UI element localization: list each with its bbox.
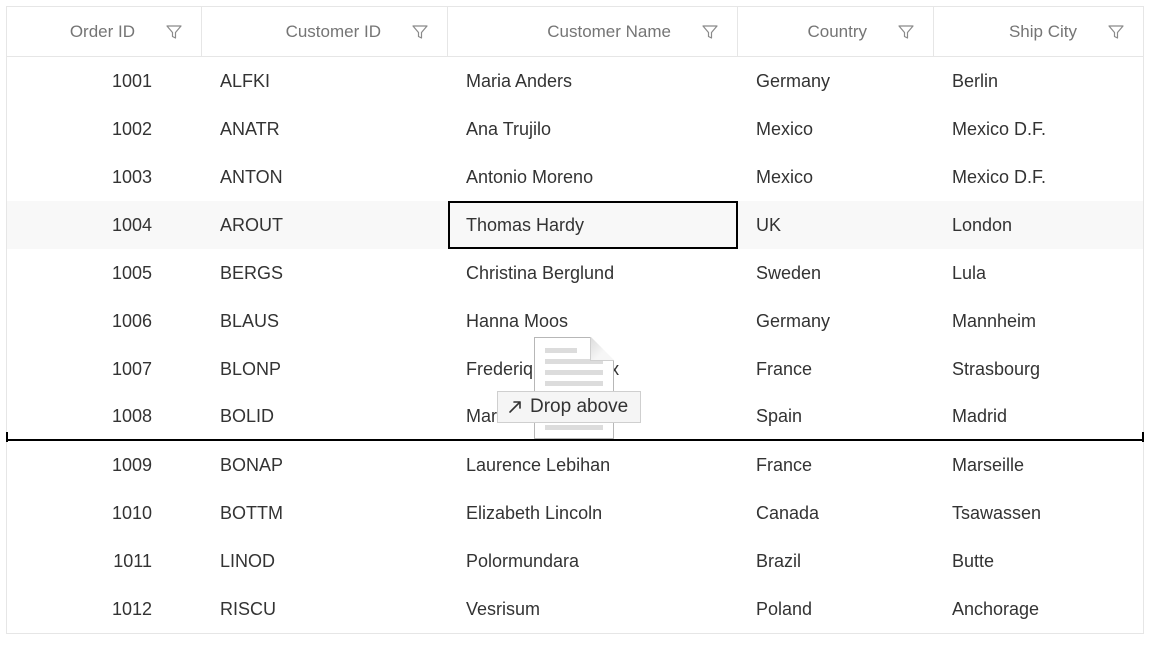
table-row[interactable]: 1008BOLIDMartin SommerSpainMadrid <box>7 393 1143 441</box>
cell-ship-city[interactable]: Butte <box>934 537 1143 585</box>
cell-customer-id[interactable]: BOLID <box>202 393 448 439</box>
data-grid-wrapper: Order ID Customer ID Customer Name Count… <box>0 0 1150 649</box>
table-row[interactable]: 1009BONAPLaurence LebihanFranceMarseille <box>7 441 1143 489</box>
cell-ship-city[interactable]: Madrid <box>934 393 1143 439</box>
cell-ship-city[interactable]: Mexico D.F. <box>934 153 1143 201</box>
filter-icon[interactable] <box>897 24 915 40</box>
cell-customer-id[interactable]: ALFKI <box>202 57 448 105</box>
drop-indicator-end <box>1142 432 1144 442</box>
cell-customer-name[interactable]: Vesrisum <box>448 585 738 633</box>
cell-customer-id[interactable]: LINOD <box>202 537 448 585</box>
grid-body: 1001ALFKIMaria AndersGermanyBerlin1002AN… <box>7 57 1143 633</box>
column-header-label: Ship City <box>948 22 1107 42</box>
cell-customer-name[interactable]: Thomas Hardy <box>448 201 738 249</box>
cell-country[interactable]: Mexico <box>738 105 934 153</box>
column-header-country[interactable]: Country <box>738 7 934 56</box>
column-header-row: Order ID Customer ID Customer Name Count… <box>7 7 1143 57</box>
cell-country[interactable]: Germany <box>738 57 934 105</box>
cell-order-id[interactable]: 1001 <box>7 57 202 105</box>
table-row[interactable]: 1003ANTONAntonio MorenoMexicoMexico D.F. <box>7 153 1143 201</box>
column-header-ship-city[interactable]: Ship City <box>934 7 1143 56</box>
cell-country[interactable]: Poland <box>738 585 934 633</box>
cell-order-id[interactable]: 1004 <box>7 201 202 249</box>
cell-order-id[interactable]: 1009 <box>7 441 202 489</box>
cell-order-id[interactable]: 1006 <box>7 297 202 345</box>
cell-customer-id[interactable]: AROUT <box>202 201 448 249</box>
table-row[interactable]: 1001ALFKIMaria AndersGermanyBerlin <box>7 57 1143 105</box>
cell-ship-city[interactable]: Berlin <box>934 57 1143 105</box>
cell-order-id[interactable]: 1005 <box>7 249 202 297</box>
filter-icon[interactable] <box>411 24 429 40</box>
cell-customer-id[interactable]: BERGS <box>202 249 448 297</box>
cell-order-id[interactable]: 1012 <box>7 585 202 633</box>
filter-icon[interactable] <box>701 24 719 40</box>
cell-customer-id[interactable]: ANTON <box>202 153 448 201</box>
column-header-label: Customer ID <box>216 22 411 42</box>
cell-ship-city[interactable]: Lula <box>934 249 1143 297</box>
cell-ship-city[interactable]: London <box>934 201 1143 249</box>
column-header-label: Country <box>752 22 897 42</box>
cell-customer-name[interactable]: Christina Berglund <box>448 249 738 297</box>
cell-order-id[interactable]: 1010 <box>7 489 202 537</box>
filter-icon[interactable] <box>165 24 183 40</box>
column-header-customer-name[interactable]: Customer Name <box>448 7 738 56</box>
cell-country[interactable]: Sweden <box>738 249 934 297</box>
cell-country[interactable]: Germany <box>738 297 934 345</box>
table-row[interactable]: 1012RISCUVesrisumPolandAnchorage <box>7 585 1143 633</box>
column-header-label: Order ID <box>21 22 165 42</box>
cell-country[interactable]: Spain <box>738 393 934 439</box>
filter-icon[interactable] <box>1107 24 1125 40</box>
table-row[interactable]: 1006BLAUSHanna MoosGermanyMannheim <box>7 297 1143 345</box>
column-header-customer-id[interactable]: Customer ID <box>202 7 448 56</box>
cell-customer-id[interactable]: BLAUS <box>202 297 448 345</box>
cell-customer-name[interactable]: Antonio Moreno <box>448 153 738 201</box>
cell-country[interactable]: UK <box>738 201 934 249</box>
table-row[interactable]: 1010BOTTMElizabeth LincolnCanadaTsawasse… <box>7 489 1143 537</box>
cell-country[interactable]: Mexico <box>738 153 934 201</box>
cell-customer-name[interactable]: Laurence Lebihan <box>448 441 738 489</box>
table-row[interactable]: 1005BERGSChristina BerglundSwedenLula <box>7 249 1143 297</box>
cell-ship-city[interactable]: Mexico D.F. <box>934 105 1143 153</box>
table-row[interactable]: 1007BLONPFrederique CiteauxFranceStrasbo… <box>7 345 1143 393</box>
cell-customer-name[interactable]: Martin Sommer <box>448 393 738 439</box>
cell-customer-name[interactable]: Frederique Citeaux <box>448 345 738 393</box>
cell-customer-name[interactable]: Hanna Moos <box>448 297 738 345</box>
data-grid: Order ID Customer ID Customer Name Count… <box>6 6 1144 634</box>
cell-country[interactable]: Brazil <box>738 537 934 585</box>
cell-customer-name[interactable]: Elizabeth Lincoln <box>448 489 738 537</box>
cell-customer-id[interactable]: RISCU <box>202 585 448 633</box>
cell-country[interactable]: France <box>738 345 934 393</box>
table-row[interactable]: 1004AROUTThomas HardyUKLondon <box>7 201 1143 249</box>
column-header-order-id[interactable]: Order ID <box>7 7 202 56</box>
cell-customer-id[interactable]: BOTTM <box>202 489 448 537</box>
cell-ship-city[interactable]: Anchorage <box>934 585 1143 633</box>
cell-order-id[interactable]: 1003 <box>7 153 202 201</box>
cell-customer-name[interactable]: Polormundara <box>448 537 738 585</box>
cell-country[interactable]: France <box>738 441 934 489</box>
cell-country[interactable]: Canada <box>738 489 934 537</box>
cell-ship-city[interactable]: Tsawassen <box>934 489 1143 537</box>
cell-customer-name[interactable]: Ana Trujilo <box>448 105 738 153</box>
table-row[interactable]: 1011LINODPolormundaraBrazilButte <box>7 537 1143 585</box>
cell-customer-id[interactable]: ANATR <box>202 105 448 153</box>
cell-customer-name[interactable]: Maria Anders <box>448 57 738 105</box>
cell-order-id[interactable]: 1011 <box>7 537 202 585</box>
cell-order-id[interactable]: 1008 <box>7 393 202 439</box>
cell-ship-city[interactable]: Marseille <box>934 441 1143 489</box>
cell-ship-city[interactable]: Mannheim <box>934 297 1143 345</box>
cell-ship-city[interactable]: Strasbourg <box>934 345 1143 393</box>
column-header-label: Customer Name <box>462 22 701 42</box>
cell-order-id[interactable]: 1007 <box>7 345 202 393</box>
cell-order-id[interactable]: 1002 <box>7 105 202 153</box>
cell-customer-id[interactable]: BONAP <box>202 441 448 489</box>
table-row[interactable]: 1002ANATRAna TrujiloMexicoMexico D.F. <box>7 105 1143 153</box>
drop-indicator-end <box>6 432 8 442</box>
cell-customer-id[interactable]: BLONP <box>202 345 448 393</box>
